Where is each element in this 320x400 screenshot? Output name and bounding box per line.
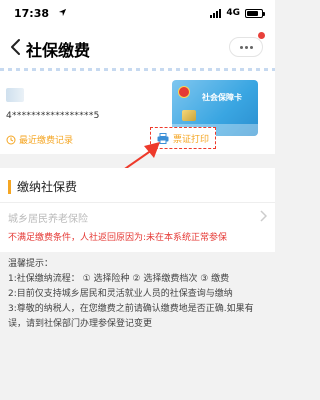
section-title: 缴纳社保费: [17, 180, 78, 194]
clock-icon: [6, 135, 16, 144]
tip-item: 1:社保缴纳流程： ① 选择险种 ② 选择缴费档次 ③ 缴费: [8, 274, 230, 284]
chip-icon: [182, 110, 196, 121]
chevron-left-icon[interactable]: [8, 37, 24, 57]
print-receipt-label: 票证打印: [172, 134, 209, 145]
network-type: 4G: [226, 8, 240, 18]
page-title: 社保缴费: [26, 41, 91, 60]
section-accent-bar: [8, 179, 11, 194]
emblem-icon: [178, 86, 190, 98]
tip-item: 3:尊敬的纳税人，在您缴费之前请确认缴费地是否正确.如果有误，请到社保部门办理参…: [8, 304, 254, 329]
location-arrow-icon: [58, 8, 67, 17]
payment-section: 缴纳社保费 城乡居民养老保险 不满足缴费条件，人社返回原因为:未在本系统正常参保: [0, 168, 275, 252]
tips-heading: 温馨提示：: [8, 259, 54, 269]
blurred-name: [6, 88, 24, 102]
insurance-type-selector[interactable]: 城乡居民养老保险: [8, 208, 267, 226]
recent-records-label: 最近缴费记录: [19, 136, 74, 146]
eligibility-error: 不满足缴费条件，人社返回原因为:未在本系统正常参保: [8, 233, 228, 243]
recent-records-link[interactable]: 最近缴费记录: [6, 133, 73, 146]
chevron-right-icon: [260, 210, 267, 222]
card-name: 社会保障卡: [202, 93, 242, 102]
notification-dot: [258, 32, 265, 39]
status-indicators: 4G: [210, 8, 265, 18]
more-dots-icon: [239, 45, 243, 49]
tips-panel: 温馨提示： 1:社保缴纳流程： ① 选择险种 ② 选择缴费档次 ③ 缴费 2:目…: [8, 257, 270, 332]
id-number: 4*****************5: [6, 111, 100, 121]
nav-bar: 社保缴费: [0, 28, 275, 68]
tip-item: 2:目前仅支持城乡居民和灵活就业人员的社保查询与缴纳: [8, 289, 233, 299]
status-time: 17:38: [14, 7, 50, 20]
status-bar: 17:38 4G: [0, 0, 275, 28]
signal-icon: [210, 8, 222, 18]
section-header: 缴纳社保费: [8, 178, 77, 195]
insurance-type: 城乡居民养老保险: [8, 214, 88, 225]
more-button[interactable]: [229, 37, 263, 57]
battery-icon: [245, 8, 265, 18]
